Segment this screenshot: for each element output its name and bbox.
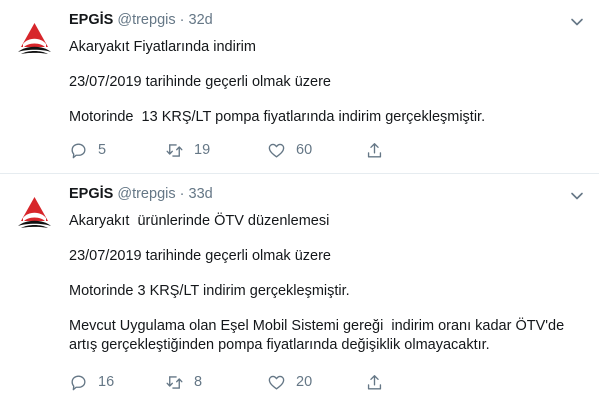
tweet-time[interactable]: 32d: [189, 12, 213, 28]
tweet-menu-button[interactable]: [569, 188, 585, 204]
tweet-line: Akaryakıt Fiyatlarında indirim: [69, 39, 256, 55]
retweet-icon: [166, 143, 183, 157]
tweet-time[interactable]: 33d: [189, 186, 213, 202]
tweet-line: 23/07/2019 tarihinde geçerli olmak üzere: [69, 74, 331, 90]
author-name[interactable]: EPGİS: [69, 186, 113, 202]
tweet[interactable]: EPGİS @trepgis · 33d Akaryakıt ürünlerin…: [0, 174, 599, 408]
reply-count: 5: [98, 142, 107, 158]
tweet-actions: 5 19 60: [69, 138, 399, 162]
tweet[interactable]: EPGİS @trepgis · 32d Akaryakıt Fiyatları…: [0, 0, 599, 174]
share-icon: [367, 374, 382, 390]
reply-icon: [71, 374, 86, 390]
separator-dot: ·: [179, 12, 185, 28]
like-count: 60: [296, 142, 313, 158]
reply-icon: [71, 142, 86, 158]
reply-button[interactable]: 16: [69, 370, 114, 394]
heart-icon: [268, 143, 285, 158]
share-icon: [367, 142, 382, 158]
tweet-text: Akaryakıt Fiyatlarında indirim 23/07/201…: [69, 38, 584, 143]
tweet-line: Motorinde 3 KRŞ/LT indirim gerçekleşmişt…: [69, 283, 350, 299]
avatar[interactable]: [10, 14, 59, 63]
avatar[interactable]: [10, 188, 59, 237]
author-handle[interactable]: @trepgis: [117, 12, 175, 28]
author-handle[interactable]: @trepgis: [117, 186, 175, 202]
reply-button[interactable]: 5: [69, 138, 106, 162]
heart-icon: [268, 375, 285, 390]
tweet-line: Motorinde 13 KRŞ/LT pompa fiyatlarında i…: [69, 109, 486, 125]
chevron-down-icon: [571, 192, 583, 200]
author-name[interactable]: EPGİS: [69, 12, 113, 28]
retweet-icon: [166, 375, 183, 389]
retweet-button[interactable]: 19: [165, 138, 210, 162]
reply-count: 16: [98, 374, 115, 390]
tweet-actions: 16 8 20: [69, 370, 399, 394]
like-button[interactable]: 20: [267, 370, 312, 394]
tweet-menu-button[interactable]: [569, 14, 585, 30]
chevron-down-icon: [571, 18, 583, 26]
retweet-button[interactable]: 8: [165, 370, 202, 394]
retweet-count: 19: [194, 142, 211, 158]
tweet-line: Akaryakıt ürünlerinde ÖTV düzenlemesi: [69, 213, 330, 229]
tweet-header: EPGİS @trepgis · 33d: [69, 186, 213, 202]
like-count: 20: [296, 374, 313, 390]
tweet-text: Akaryakıt ürünlerinde ÖTV düzenlemesi 23…: [69, 212, 584, 371]
separator-dot: ·: [179, 186, 185, 202]
retweet-count: 8: [194, 374, 203, 390]
like-button[interactable]: 60: [267, 138, 312, 162]
tweet-line: Mevcut Uygulama olan Eşel Mobil Sistemi …: [69, 318, 569, 353]
share-button[interactable]: [365, 370, 384, 394]
share-button[interactable]: [365, 138, 384, 162]
tweet-header: EPGİS @trepgis · 32d: [69, 12, 213, 28]
tweet-line: 23/07/2019 tarihinde geçerli olmak üzere: [69, 248, 331, 264]
epgis-logo-icon: [10, 14, 59, 63]
epgis-logo-icon: [10, 188, 59, 237]
